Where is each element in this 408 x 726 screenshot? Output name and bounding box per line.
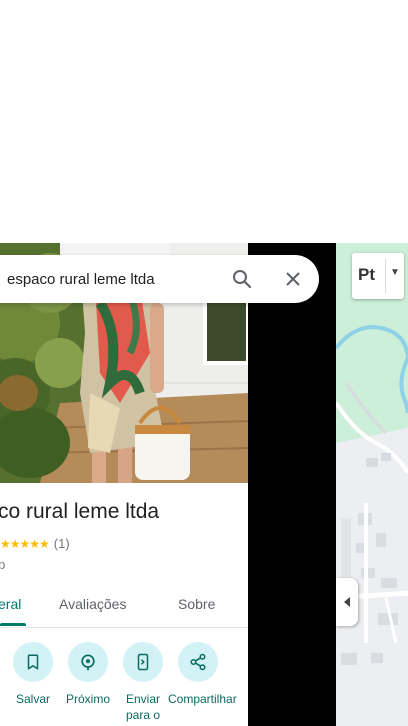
place-panel: co rural leme ltda ★★★★★ (1) p eral Avali… bbox=[0, 243, 248, 726]
search-icon[interactable] bbox=[230, 267, 254, 291]
send-to-phone-icon bbox=[123, 642, 163, 682]
rating-row[interactable]: ★★★★★ (1) bbox=[0, 536, 70, 551]
map-type-selector[interactable]: Pt ▼ bbox=[352, 253, 404, 299]
share-button[interactable]: Compartilhar bbox=[168, 642, 237, 707]
share-label: Compartilhar bbox=[168, 692, 237, 706]
chevron-down-icon[interactable]: ▼ bbox=[390, 267, 400, 278]
tab-reviews[interactable]: Avaliações bbox=[59, 596, 126, 612]
save-button[interactable]: Salvar bbox=[3, 642, 63, 707]
place-category: p bbox=[0, 557, 6, 572]
send-to-phone-label: Enviar para o bbox=[125, 692, 161, 722]
active-tab-indicator bbox=[0, 623, 26, 626]
panel-gap bbox=[248, 243, 336, 726]
close-icon[interactable] bbox=[281, 267, 305, 291]
collapse-panel-button[interactable] bbox=[336, 578, 358, 626]
bookmark-icon bbox=[13, 642, 53, 682]
send-to-phone-button[interactable]: Enviar para o bbox=[113, 642, 173, 723]
nearby-label: Próximo bbox=[65, 692, 110, 706]
map-canvas[interactable] bbox=[336, 243, 408, 726]
tab-bar: eral Avaliações Sobre bbox=[0, 585, 248, 628]
tab-about[interactable]: Sobre bbox=[178, 596, 215, 612]
rating-count[interactable]: (1) bbox=[54, 536, 70, 551]
search-box bbox=[0, 255, 319, 303]
caret-left-icon bbox=[344, 597, 350, 607]
search-input[interactable] bbox=[7, 255, 207, 303]
save-label: Salvar bbox=[15, 692, 50, 706]
nearby-icon bbox=[68, 642, 108, 682]
layer-label: Pt bbox=[358, 265, 375, 284]
layer-divider bbox=[385, 259, 386, 293]
nearby-button[interactable]: Próximo bbox=[58, 642, 118, 707]
star-rating-icon: ★★★★★ bbox=[0, 537, 50, 551]
tab-overview[interactable]: eral bbox=[0, 596, 21, 612]
place-title: co rural leme ltda bbox=[0, 500, 160, 523]
viewport: co rural leme ltda ★★★★★ (1) p eral Avali… bbox=[0, 243, 408, 726]
share-icon bbox=[178, 642, 218, 682]
